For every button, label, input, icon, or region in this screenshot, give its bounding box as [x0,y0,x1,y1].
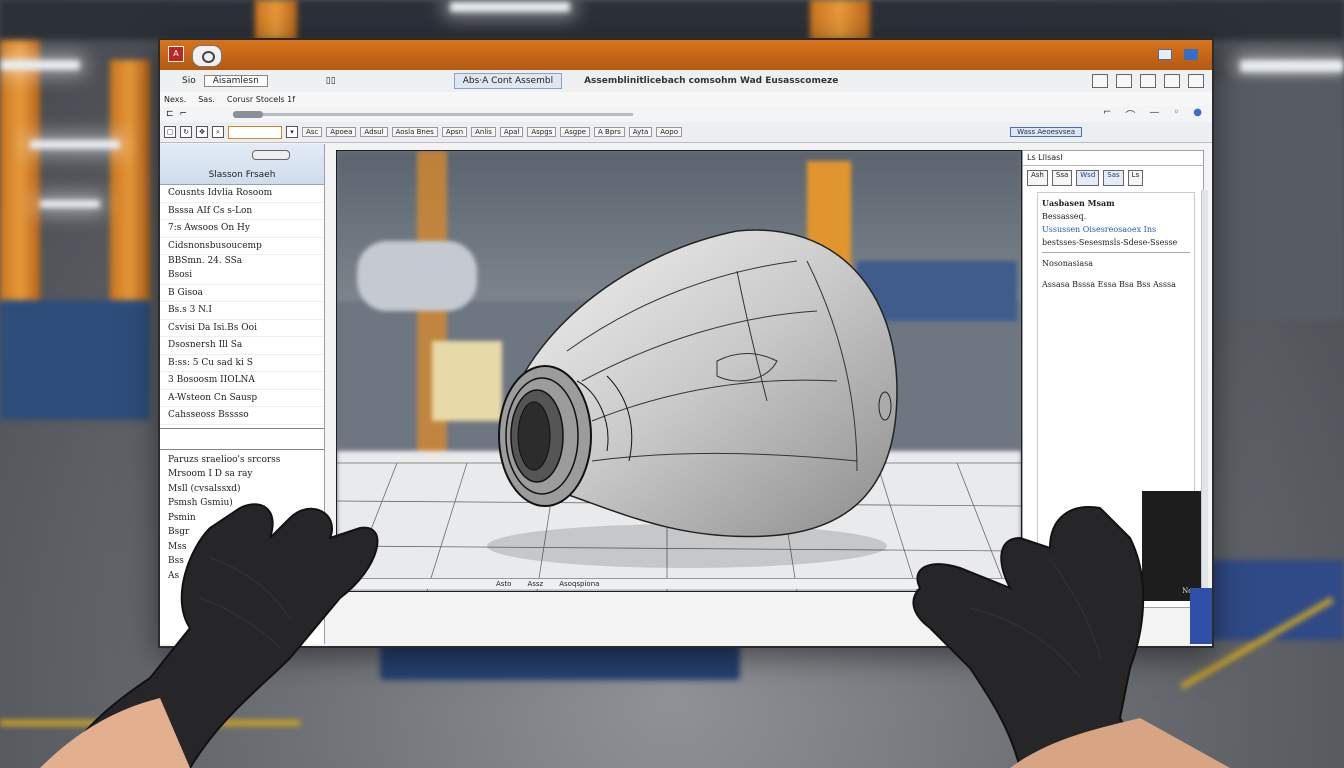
sub-bar: Nexs. Sas. Corusr Stocels 1f [160,92,1212,107]
toolbar-tab[interactable]: Ayta [628,127,653,137]
tree-item[interactable]: Csvisi Da Isi.Bs Ooi [160,320,324,337]
property-tab[interactable]: Sas [1103,170,1124,186]
toolbar-tab[interactable]: Asc [302,127,323,137]
tree-item[interactable]: Cidsnonsbusoucemp [160,238,324,255]
menu-item-2[interactable]: ▯▯ [318,76,344,86]
part-line: bestsses-Sesesmsls-Sdese-Ssesse [1042,238,1178,247]
window-controls [1158,49,1198,60]
tree-item[interactable]: A-Wsteon Cn Sausp [160,390,324,407]
note-title: Nosonasiasa [1042,259,1093,268]
menu-item-0[interactable]: Sio [174,76,204,86]
status-item: Assz [527,580,544,588]
panel-title: Slasson Frsaeh [208,170,276,180]
tree-item[interactable]: Cousnts Idvlia Rosoom [160,185,324,203]
menu-item-1[interactable]: Aisamlesn [203,75,268,87]
toolbar-tab[interactable]: Aopo [656,127,682,137]
dot-icon[interactable]: ● [1193,107,1202,122]
toolbar: ▢ ↻ ✥ ⌕ ▾ Asc Apoea Adsul Aosla Bnes Aps… [160,122,1212,143]
ribbon-icon[interactable]: ⊏ [166,109,174,119]
circle-icon[interactable]: ◦ [1173,107,1179,122]
tree-item[interactable]: BBSmn. 24. SSa [160,255,324,267]
zoom-slider-thumb[interactable] [233,110,264,118]
ribbon-icon[interactable]: ⌐ [180,109,188,119]
divider [160,448,324,450]
document-tab[interactable]: Abs·A Cont Assembl [453,73,563,89]
grid-icon[interactable] [1116,74,1132,88]
toolbar-input[interactable] [228,125,282,139]
tree-item[interactable]: 3 Bosoosm IIOLNA [160,372,324,390]
grid-icon[interactable] [1092,74,1108,88]
menu-bar: Sio Aisamlesn ▯▯ Abs·A Cont Assembl Asse… [160,70,1212,93]
property-tab[interactable]: Wass Aeoesvsea [1010,127,1082,137]
status-item: Asoqspiona [559,580,600,588]
menu-tools [1092,74,1212,88]
toolbar-tab[interactable]: Apsn [441,127,468,137]
window-icon[interactable] [1164,74,1180,88]
part-title: Uasbasen Msam [1042,198,1115,208]
tree-item[interactable]: 7:s Awsoos On Hy [160,220,324,238]
line-icon[interactable]: ⌐ [1103,107,1111,122]
toolbar-tab[interactable]: Apoea [326,127,357,137]
property-tab[interactable]: Wsd [1076,170,1100,186]
part-line: Bessasseq. [1042,212,1087,221]
minimize-icon[interactable] [1158,49,1172,60]
app-logo-icon: A [168,46,184,62]
title-bar: A [160,40,1212,70]
minus-icon[interactable]: — [1149,107,1159,122]
toolbar-tab[interactable]: Adsul [360,127,388,137]
property-tab[interactable]: Ls [1127,170,1144,186]
status-item: Asto [496,580,512,588]
toolbar-tab[interactable]: Anlis [471,127,496,137]
dropdown-icon[interactable]: ▾ [286,126,298,138]
zoom-icon[interactable]: ⌕ [212,126,224,138]
collapse-button[interactable] [252,150,290,160]
close-icon[interactable] [1188,74,1204,88]
subbar-item[interactable]: Corusr Stocels 1f [227,95,295,104]
right-glove-hand [912,506,1230,768]
tree-item[interactable]: Bsosi [160,267,324,285]
property-row: Paruzs sraelioo's srcorss [168,454,281,465]
tree-item[interactable]: B Gisoa [160,285,324,302]
tree-item[interactable]: Cahsseoss Bsssso [160,407,324,425]
tree-item[interactable]: Dsosnersh Ill Sa [160,337,324,355]
tree-item[interactable]: Bs.s 3 N.I [160,302,324,320]
ribbon-icons: ⌐ ⌒ — ◦ ● [1103,107,1212,122]
app-menu-button[interactable] [192,45,222,67]
subbar-item[interactable]: Sas. [198,95,215,104]
toolbar-tab[interactable]: Asgpe [560,127,590,137]
grid-icon[interactable] [1140,74,1156,88]
tree-item[interactable]: B:ss: 5 Cu sad ki S [160,355,324,372]
note-body: Assasa Bsssa Essa Bsa Bss Asssa [1042,280,1176,289]
part-card[interactable]: Uasbasen Msam Bessasseq. Ussussen Oisesr… [1042,197,1190,253]
pan-icon[interactable]: ✥ [196,126,208,138]
property-tab[interactable]: Ssa [1051,170,1073,186]
tree-item[interactable]: Bsssa AIf Cs s-Lon [160,203,324,220]
left-glove-hand [40,503,379,768]
property-tab[interactable]: Ash [1027,170,1048,186]
select-icon[interactable]: ▢ [164,126,176,138]
property-tabs: Ash Ssa Wsd Sas Ls [1023,166,1203,186]
toolbar-tab[interactable]: Apal [499,127,524,137]
property-panel-title: Ls Lllsasl [1023,151,1203,166]
part-line: Ussussen Oisesreosaoex Ins [1042,225,1157,234]
subbar-item[interactable]: Nexs. [164,95,186,104]
document-title: Assemblinitlicebach comsohm Wad Eusassco… [584,76,839,86]
toolbar-tab[interactable]: A Bprs [594,127,625,137]
toolbar-tab[interactable]: Aosla Bnes [391,127,438,137]
divider [160,427,324,429]
panel-header: Slasson Frsaeh [160,144,324,185]
zoom-slider[interactable] [233,110,634,118]
ribbon: ⊏ ⌐ ⌐ ⌒ — ◦ ● [160,106,1212,123]
maximize-icon[interactable] [1184,49,1198,60]
toolbar-tab[interactable]: Aspgs [527,127,557,137]
curve-icon[interactable]: ⌒ [1125,107,1135,122]
rotate-icon[interactable]: ↻ [180,126,192,138]
